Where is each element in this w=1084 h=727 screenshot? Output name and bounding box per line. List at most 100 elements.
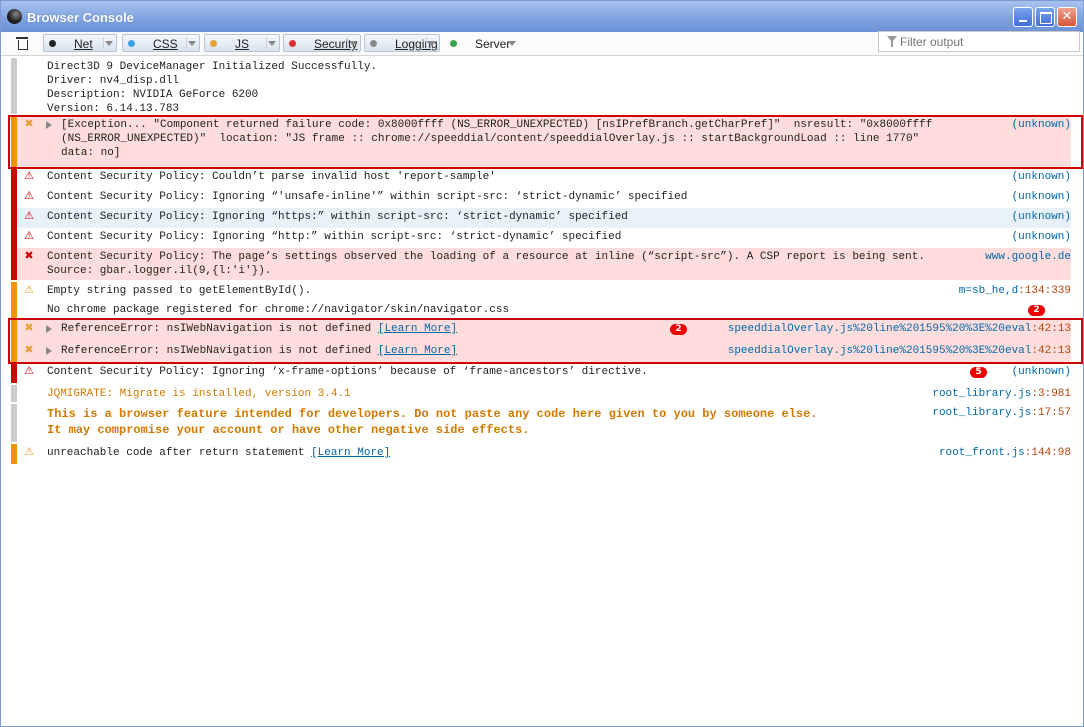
- console-message[interactable]: ⚠ Content Security Policy: Couldn’t parse…: [11, 168, 1071, 188]
- message-line: ReferenceError: nsIWebNavigation is not …: [61, 345, 458, 357]
- message-text: This is a browser feature intended for d…: [47, 406, 818, 438]
- message-source-link[interactable]: (unknown): [1012, 118, 1071, 132]
- chevron-down-icon[interactable]: [105, 41, 113, 46]
- browser-console-window: Browser Console ✕ Net CSS JS Security Loggin…: [0, 0, 1084, 727]
- close-button[interactable]: ✕: [1057, 7, 1077, 27]
- console-output[interactable]: Direct3D 9 DeviceManager Initialized Suc…: [1, 56, 1083, 726]
- filter-security-button[interactable]: Security: [283, 34, 361, 52]
- source-file[interactable]: (unknown): [1012, 191, 1071, 203]
- source-file[interactable]: (unknown): [1012, 211, 1071, 223]
- message-source-link[interactable]: m=sb_he,d:134:339: [959, 284, 1071, 298]
- chevron-down-icon[interactable]: [428, 41, 436, 46]
- source-file[interactable]: speeddialOverlay.js%20line%201595%20%3E%…: [728, 323, 1032, 335]
- category-marker-security: [11, 363, 17, 383]
- source-location[interactable]: :17:57: [1031, 407, 1071, 419]
- source-location[interactable]: :134:339: [1018, 285, 1071, 297]
- filter-logging-button[interactable]: Logging: [364, 34, 440, 52]
- filter-output-field[interactable]: [878, 31, 1080, 52]
- source-location[interactable]: :3:981: [1031, 388, 1071, 400]
- source-location[interactable]: :144:98: [1025, 447, 1071, 459]
- message-line: Version: 6.14.13.783: [47, 103, 180, 115]
- source-file[interactable]: www.google.de: [985, 251, 1071, 263]
- filter-net-button[interactable]: Net: [43, 34, 117, 52]
- error-icon: ✖: [24, 343, 34, 356]
- category-marker-security: [11, 208, 17, 228]
- console-message[interactable]: ⚠ Content Security Policy: Ignoring ‘x-fr…: [11, 363, 1071, 383]
- expand-arrow-icon[interactable]: [46, 121, 52, 129]
- message-source-link[interactable]: speeddialOverlay.js%20line%201595%20%3E%…: [728, 344, 1071, 358]
- learn-more-link[interactable]: [Learn More]: [378, 323, 457, 335]
- chevron-down-icon[interactable]: [508, 41, 516, 46]
- console-message[interactable]: ⚠ Empty string passed to getElementById()…: [11, 282, 1071, 301]
- message-line: Content Security Policy: The page’s sett…: [47, 251, 925, 263]
- message-source-link[interactable]: root_library.js:3:981: [932, 387, 1071, 401]
- source-file[interactable]: root_library.js: [932, 388, 1031, 400]
- message-source-link[interactable]: speeddialOverlay.js%20line%201595%20%3E%…: [728, 322, 1071, 336]
- console-message[interactable]: ⚠ Content Security Policy: Ignoring “http…: [11, 228, 1071, 248]
- message-text: ReferenceError: nsIWebNavigation is not …: [61, 344, 457, 358]
- source-file[interactable]: (unknown): [1012, 366, 1071, 378]
- message-source-link[interactable]: www.google.de: [985, 250, 1071, 264]
- filter-output-input[interactable]: [900, 34, 1075, 49]
- message-text: Content Security Policy: Ignoring ‘x-fra…: [47, 365, 648, 379]
- message-line: Content Security Policy: Ignoring “http:…: [47, 231, 622, 243]
- filter-label: Server: [475, 37, 511, 51]
- message-text: Content Security Policy: The page’s sett…: [47, 250, 925, 278]
- learn-more-link[interactable]: [Learn More]: [378, 345, 457, 357]
- source-file[interactable]: m=sb_he,d: [959, 285, 1018, 297]
- message-text: Content Security Policy: Couldn’t parse …: [47, 170, 496, 184]
- source-file[interactable]: root_front.js: [939, 447, 1025, 459]
- clear-console-button[interactable]: [15, 36, 31, 51]
- message-text: No chrome package registered for chrome:…: [47, 303, 509, 317]
- source-file[interactable]: speeddialOverlay.js%20line%201595%20%3E%…: [728, 345, 1032, 357]
- console-message[interactable]: ⚠ unreachable code after return statement…: [11, 444, 1071, 464]
- message-line: Direct3D 9 DeviceManager Initialized Suc…: [47, 61, 378, 73]
- minimize-button[interactable]: [1013, 7, 1033, 27]
- title-bar[interactable]: Browser Console ✕: [1, 1, 1083, 33]
- console-message[interactable]: Direct3D 9 DeviceManager Initialized Suc…: [11, 58, 1071, 115]
- console-message[interactable]: ⚠ Content Security Policy: Ignoring “http…: [11, 208, 1071, 228]
- chevron-down-icon[interactable]: [268, 41, 276, 46]
- console-message[interactable]: JQMIGRATE: Migrate is installed, version…: [11, 385, 1071, 402]
- category-marker-js: [11, 342, 17, 363]
- expand-arrow-icon[interactable]: [46, 347, 52, 355]
- warning-icon: ⚠: [24, 364, 34, 377]
- message-source-link[interactable]: (unknown): [1012, 365, 1071, 379]
- filter-server-button[interactable]: Server: [444, 34, 520, 52]
- security-dot-icon: [289, 40, 296, 47]
- maximize-button[interactable]: [1035, 7, 1055, 27]
- expand-arrow-icon[interactable]: [46, 325, 52, 333]
- console-message[interactable]: ✖ [Exception... "Component returned failu…: [11, 116, 1071, 168]
- message-source-link[interactable]: (unknown): [1012, 190, 1071, 204]
- trash-icon: [16, 37, 28, 39]
- console-message[interactable]: ✖ ReferenceError: nsIWebNavigation is not…: [11, 342, 1071, 363]
- warning-icon: ⚠: [24, 283, 34, 296]
- console-message[interactable]: No chrome package registered for chrome:…: [11, 301, 1071, 319]
- source-file[interactable]: (unknown): [1012, 119, 1071, 131]
- filter-js-button[interactable]: JS: [204, 34, 280, 52]
- source-file[interactable]: (unknown): [1012, 231, 1071, 243]
- learn-more-link[interactable]: [Learn More]: [311, 447, 390, 459]
- message-line: Content Security Policy: Ignoring “'unsa…: [47, 191, 688, 203]
- console-message[interactable]: This is a browser feature intended for d…: [11, 404, 1071, 442]
- chevron-down-icon[interactable]: [349, 41, 357, 46]
- message-source-link[interactable]: root_library.js:17:57: [932, 406, 1071, 420]
- console-message[interactable]: ⚠ Content Security Policy: Ignoring “'uns…: [11, 188, 1071, 208]
- source-file[interactable]: root_library.js: [932, 407, 1031, 419]
- source-file[interactable]: (unknown): [1012, 171, 1071, 183]
- message-source-link[interactable]: (unknown): [1012, 230, 1071, 244]
- source-location[interactable]: :42:13: [1031, 323, 1071, 335]
- chevron-down-icon[interactable]: [188, 41, 196, 46]
- console-message[interactable]: ✖ ReferenceError: nsIWebNavigation is not…: [11, 320, 1071, 342]
- message-source-link[interactable]: root_front.js:144:98: [939, 446, 1071, 460]
- filter-label: JS: [235, 37, 250, 51]
- source-location[interactable]: :42:13: [1031, 345, 1071, 357]
- message-source-link[interactable]: (unknown): [1012, 210, 1071, 224]
- filter-css-button[interactable]: CSS: [122, 34, 200, 52]
- category-marker-security: [11, 228, 17, 248]
- category-marker-js: [11, 444, 17, 464]
- warning-icon: ⚠: [24, 169, 34, 182]
- message-source-link[interactable]: (unknown): [1012, 170, 1071, 184]
- minimize-icon: [1019, 20, 1027, 22]
- console-message[interactable]: ✖ Content Security Policy: The page’s set…: [11, 248, 1071, 280]
